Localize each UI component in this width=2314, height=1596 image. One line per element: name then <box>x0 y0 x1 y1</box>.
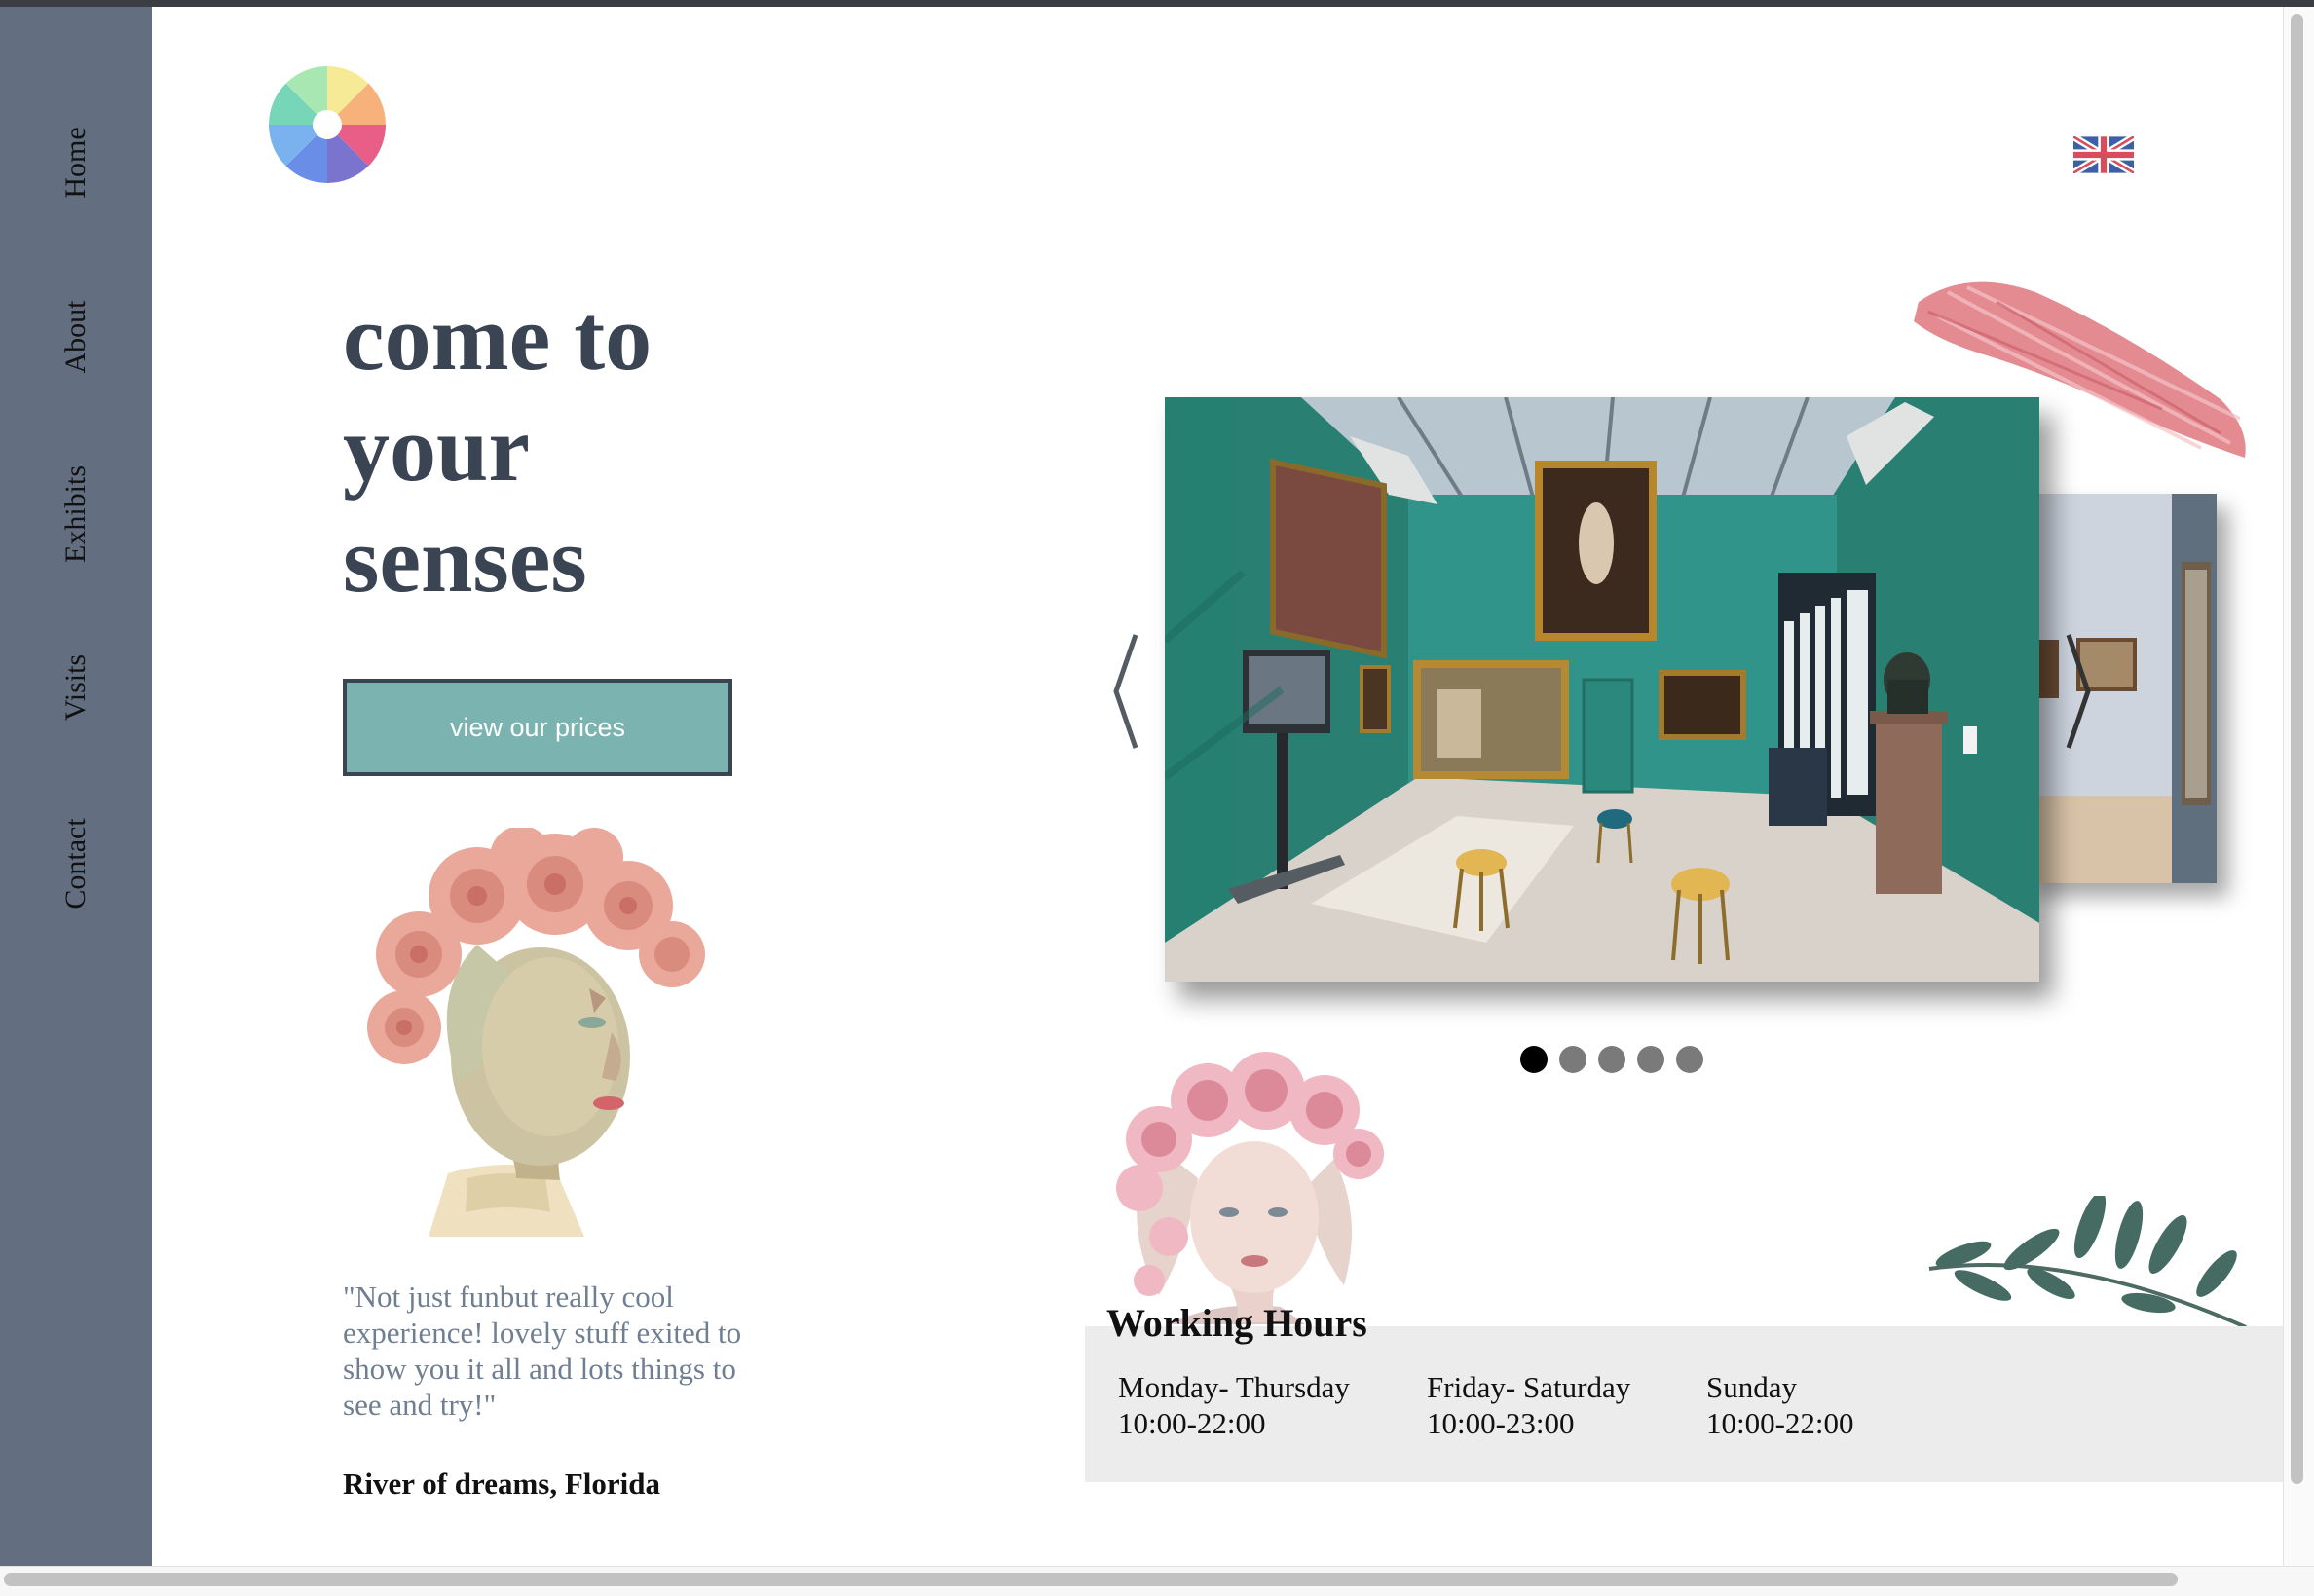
nav-item-about[interactable]: About <box>59 301 93 374</box>
hours-column: Sunday 10:00-22:00 <box>1706 1369 1854 1441</box>
vertical-scrollbar-thumb[interactable] <box>2291 14 2303 1484</box>
hours-days: Sunday <box>1706 1370 1797 1404</box>
chevron-left-icon[interactable] <box>1110 631 1141 752</box>
hours-time: 10:00-23:00 <box>1427 1406 1575 1440</box>
nav-item-visits[interactable]: Visits <box>59 654 93 721</box>
view-prices-button[interactable]: view our prices <box>343 679 732 776</box>
flower-portrait-image <box>1116 1052 1384 1324</box>
nav-item-home[interactable]: Home <box>59 127 93 198</box>
carousel-dots <box>1520 1046 1703 1073</box>
hours-time: 10:00-22:00 <box>1706 1406 1854 1440</box>
hours-column: Friday- Saturday 10:00-23:00 <box>1427 1369 1630 1441</box>
hero-title-line: senses <box>343 507 587 612</box>
chevron-right-icon[interactable] <box>2063 631 2094 752</box>
hours-days: Monday- Thursday <box>1118 1370 1350 1404</box>
hero-title-line: come to <box>343 285 653 390</box>
carousel-dot[interactable] <box>1520 1046 1548 1073</box>
hero-title-line: your <box>343 396 530 501</box>
testimonial-author: River of dreams, Florida <box>343 1466 661 1501</box>
carousel-dot[interactable] <box>1676 1046 1703 1073</box>
carousel-main-slide[interactable] <box>1165 397 2039 982</box>
uk-flag-icon[interactable] <box>2073 136 2134 173</box>
carousel-dot[interactable] <box>1559 1046 1586 1073</box>
testimonial-quote: "Not just funbut really cool experience!… <box>343 1280 742 1422</box>
hours-days: Friday- Saturday <box>1427 1370 1631 1404</box>
rose-crown-portrait-image <box>367 828 705 1237</box>
color-wheel-icon[interactable] <box>269 66 386 183</box>
nav-item-exhibits[interactable]: Exhibits <box>59 465 93 563</box>
carousel-next-slide[interactable] <box>2026 494 2217 883</box>
horizontal-scrollbar-thumb[interactable] <box>4 1573 2178 1586</box>
carousel-dot[interactable] <box>1598 1046 1625 1073</box>
leaf-branch-decoration <box>1928 1196 2247 1327</box>
sidebar-nav: Home About Exhibits Visits Contact <box>0 7 152 1566</box>
working-hours-title: Working Hours <box>1106 1301 1367 1345</box>
hero-title: come to your senses <box>343 282 849 615</box>
nav-item-contact[interactable]: Contact <box>59 818 93 909</box>
hours-column: Monday- Thursday 10:00-22:00 <box>1118 1369 1350 1441</box>
hours-time: 10:00-22:00 <box>1118 1406 1266 1440</box>
carousel-dot[interactable] <box>1637 1046 1664 1073</box>
window-top-bar <box>0 0 2314 7</box>
